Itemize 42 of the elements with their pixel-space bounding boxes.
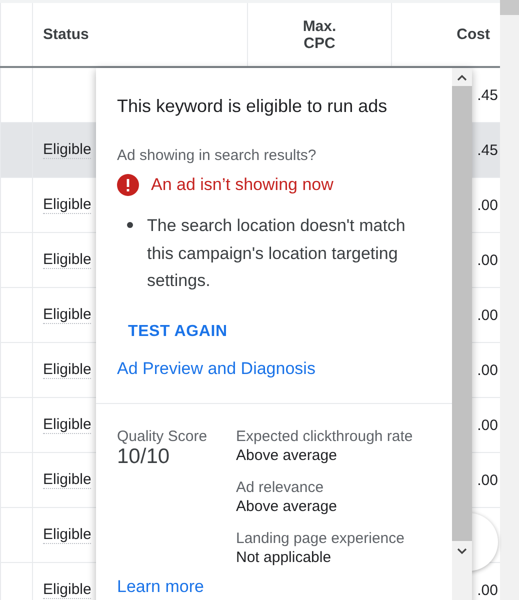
cost-cell: .45 bbox=[477, 86, 498, 104]
column-header[interactable]: Status bbox=[43, 26, 89, 43]
factor-label: Landing page experience bbox=[236, 530, 406, 546]
cost-cell: .00 bbox=[477, 306, 498, 324]
status-cell: Eligible bbox=[43, 196, 92, 214]
learn-more-link[interactable]: Learn more bbox=[117, 576, 204, 596]
quality-score-value: 10/10 bbox=[117, 444, 171, 468]
scroll-down-icon[interactable] bbox=[457, 547, 467, 555]
column-header[interactable]: Max. CPC bbox=[300, 18, 340, 52]
cost-cell: .00 bbox=[477, 252, 498, 268]
cost-cell: .45 bbox=[477, 142, 498, 158]
status-cell: Eligible bbox=[43, 416, 92, 434]
factor-value: Not applicable bbox=[236, 548, 332, 566]
quality-score-label: Quality Score bbox=[117, 428, 208, 444]
cost-cell: .00 bbox=[477, 196, 498, 214]
status-cell: Eligible bbox=[43, 306, 92, 324]
popup-scrollbar[interactable] bbox=[452, 68, 472, 600]
column-header[interactable]: Cost bbox=[456, 26, 490, 43]
question-label: Ad showing in search results? bbox=[117, 147, 318, 164]
error-icon bbox=[117, 174, 139, 196]
cost-cell: .00 bbox=[477, 472, 498, 488]
reason-text: The search location doesn't match this campaign's location targeting settings. bbox=[147, 215, 406, 292]
cost-cell: .00 bbox=[477, 362, 498, 378]
factor-value: Above average bbox=[236, 446, 338, 464]
scrollbar[interactable] bbox=[500, 0, 519, 600]
scroll-up-icon[interactable] bbox=[457, 74, 467, 82]
alert-message: An ad isn’t showing now bbox=[151, 175, 334, 195]
cost-cell: .00 bbox=[477, 416, 498, 434]
factor-label: Expected clickthrough rate bbox=[236, 428, 414, 444]
popup-title: This keyword is eligible to run ads bbox=[117, 96, 388, 117]
test-again-button[interactable]: TEST AGAIN bbox=[117, 316, 238, 346]
factor-label: Ad relevance bbox=[236, 478, 325, 496]
bullet-icon bbox=[127, 222, 133, 228]
status-cell: Eligible bbox=[43, 251, 92, 269]
cost-cell: .00 bbox=[477, 582, 498, 598]
status-cell: Eligible bbox=[43, 141, 92, 159]
factor-value: Above average bbox=[236, 498, 338, 514]
status-cell: Eligible bbox=[43, 581, 92, 599]
diagnosis-link[interactable]: Ad Preview and Diagnosis bbox=[117, 358, 316, 378]
status-cell: Eligible bbox=[43, 471, 92, 489]
status-cell: Eligible bbox=[43, 526, 92, 544]
status-cell: Eligible bbox=[43, 361, 92, 379]
